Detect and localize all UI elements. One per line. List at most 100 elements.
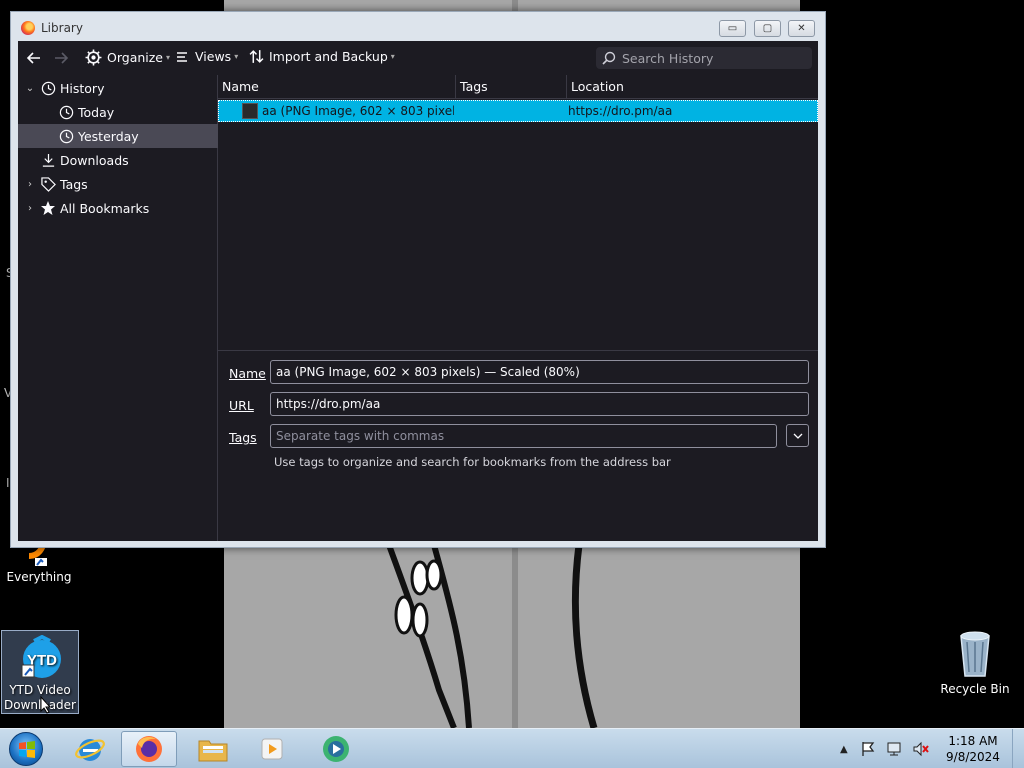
back-button[interactable] (26, 50, 47, 66)
system-tray: ▲ (840, 729, 930, 768)
chevron-down-icon: ▾ (166, 53, 171, 62)
window-titlebar[interactable]: Library ▭ ▢ ✕ (11, 12, 825, 41)
column-header-tags[interactable]: Tags (456, 75, 567, 99)
views-label: Views (195, 49, 232, 64)
sidebar-item-yesterday[interactable]: Yesterday (18, 124, 218, 148)
forward-arrow-icon (55, 52, 69, 64)
taskbar: ▲ 1:18 AM 9/8/2024 (0, 728, 1024, 768)
firefox-icon (21, 21, 35, 35)
minimize-button[interactable]: ▭ (719, 20, 746, 37)
search-history-input[interactable]: Search History (596, 47, 812, 69)
clock-time: 1:18 AM (948, 734, 998, 748)
column-header-name[interactable]: Name (218, 75, 456, 99)
maximize-button[interactable]: ▢ (754, 20, 781, 37)
image-thumbnail-icon (242, 103, 258, 119)
window-client: Organize ▾ Views ▾ Import and Backup ▾ Sear… (18, 41, 818, 541)
url-field[interactable]: https://dro.pm/aa (270, 392, 809, 416)
network-icon[interactable] (886, 741, 902, 757)
media-player-icon (261, 738, 283, 760)
windows-logo-icon (9, 732, 43, 766)
chevron-down-icon (793, 433, 802, 439)
show-desktop-button[interactable] (1012, 729, 1024, 768)
desktop-edge-text: I (6, 476, 10, 490)
taskbar-firefox[interactable] (121, 731, 177, 767)
chevron-down-icon[interactable]: ⌄ (24, 83, 36, 94)
action-center-flag-icon[interactable] (860, 741, 876, 757)
mouse-cursor-icon (40, 696, 52, 714)
views-menu[interactable]: Views ▾ (176, 49, 238, 64)
gear-icon (85, 49, 102, 66)
taskbar-internet-explorer[interactable] (62, 731, 118, 767)
show-hidden-icons-button[interactable]: ▲ (840, 744, 848, 755)
internet-explorer-icon (75, 739, 105, 761)
search-icon (602, 51, 616, 65)
url-label: URL (229, 398, 254, 413)
chevron-down-icon: ▾ (390, 52, 395, 61)
chevron-down-icon: ▾ (234, 52, 239, 61)
desktop-icon-everything[interactable]: Everything (0, 539, 78, 596)
list-icon (177, 51, 187, 62)
clock-date: 9/8/2024 (946, 750, 1000, 764)
file-explorer-icon (198, 740, 228, 762)
tags-dropdown-button[interactable] (786, 424, 809, 447)
close-icon: ✕ (797, 23, 806, 34)
sidebar-item-history[interactable]: ⌄ History (18, 76, 218, 100)
desktop-icon-label: Recycle Bin (940, 682, 1010, 696)
close-button[interactable]: ✕ (788, 20, 815, 37)
desktop-icon-recycle-bin[interactable]: Recycle Bin (936, 630, 1014, 700)
clock-icon (40, 80, 56, 96)
sidebar-item-all-bookmarks[interactable]: › All Bookmarks (18, 196, 218, 220)
sidebar-item-label: Today (78, 104, 115, 120)
clock-icon (58, 128, 74, 144)
sidebar-item-label: Downloads (60, 152, 129, 168)
sidebar-item-tags[interactable]: › Tags (18, 172, 218, 196)
column-header: Name Tags Location (218, 75, 818, 99)
library-toolbar: Organize ▾ Views ▾ Import and Backup ▾ Sear… (18, 41, 818, 75)
maximize-icon: ▢ (762, 23, 773, 34)
app-icon (323, 736, 349, 762)
organize-menu[interactable]: Organize ▾ (85, 49, 170, 66)
firefox-icon (136, 736, 162, 762)
start-button[interactable] (4, 730, 48, 768)
minimize-icon: ▭ (727, 23, 738, 34)
taskbar-file-explorer[interactable] (185, 731, 241, 767)
ytd-icon: YTD (21, 634, 61, 678)
import-backup-menu[interactable]: Import and Backup ▾ (249, 49, 395, 64)
forward-button[interactable] (53, 50, 74, 66)
organize-label: Organize (107, 50, 163, 65)
recycle-bin-icon (960, 631, 990, 677)
taskbar-clock[interactable]: 1:18 AM 9/8/2024 (940, 733, 1006, 765)
sidebar-item-label: History (60, 80, 105, 96)
star-icon (40, 200, 56, 216)
library-sidebar: ⌄ History Today Yesterday Downloads › Ta… (18, 75, 218, 541)
tags-field[interactable]: Separate tags with commas (270, 424, 777, 448)
tag-icon (40, 176, 56, 192)
chevron-right-icon[interactable]: › (24, 179, 36, 190)
history-content: Name Tags Location aa (PNG Image, 602 × … (218, 75, 818, 541)
taskbar-media-player[interactable] (244, 731, 300, 767)
library-window: Library ▭ ▢ ✕ Organize ▾ Views ▾ Import … (10, 11, 826, 548)
desktop-icon-label: Everything (6, 570, 72, 584)
sidebar-item-label: Tags (60, 176, 88, 192)
name-label: Name (229, 366, 266, 381)
details-pane: Name aa (PNG Image, 602 × 803 pixels) — … (218, 350, 818, 541)
volume-muted-icon[interactable] (912, 741, 930, 757)
column-header-location[interactable]: Location (567, 75, 818, 99)
chevron-right-icon[interactable]: › (24, 203, 36, 214)
row-name: aa (PNG Image, 602 × 803 pixels) ... (262, 104, 454, 118)
import-backup-label: Import and Backup (269, 49, 388, 64)
search-placeholder: Search History (622, 50, 714, 66)
table-row[interactable]: aa (PNG Image, 602 × 803 pixels) ... htt… (218, 100, 818, 122)
back-arrow-icon (26, 52, 40, 64)
tags-hint: Use tags to organize and search for book… (274, 455, 671, 469)
sidebar-item-downloads[interactable]: Downloads (18, 148, 218, 172)
sidebar-item-today[interactable]: Today (18, 100, 218, 124)
download-icon (40, 152, 56, 168)
window-title: Library (41, 21, 83, 35)
taskbar-app[interactable] (308, 731, 364, 767)
name-field[interactable]: aa (PNG Image, 602 × 803 pixels) — Scale… (270, 360, 809, 384)
sidebar-item-label: All Bookmarks (60, 200, 150, 216)
sidebar-item-label: Yesterday (78, 128, 139, 144)
row-location: https://dro.pm/aa (568, 104, 673, 118)
tags-label: Tags (229, 430, 257, 445)
